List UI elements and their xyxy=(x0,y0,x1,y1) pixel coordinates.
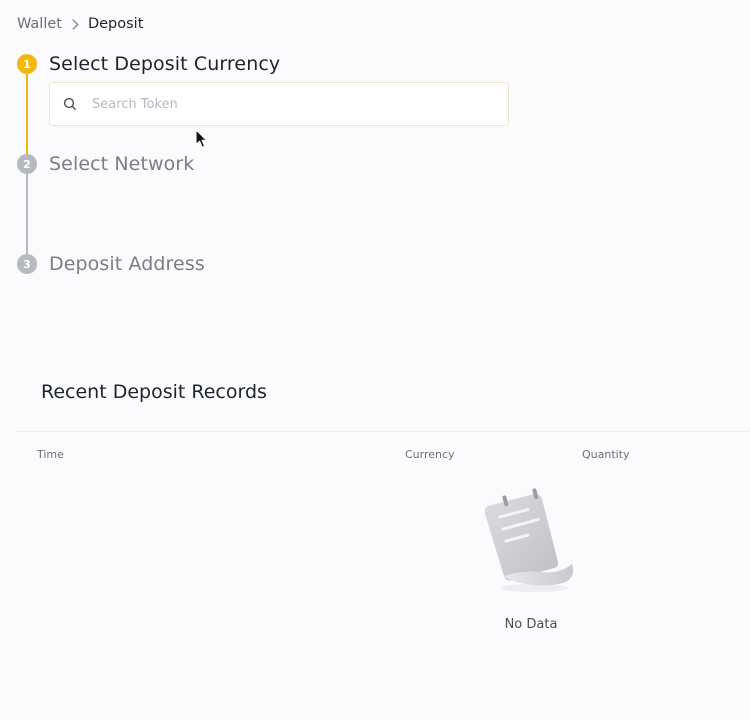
column-header-currency: Currency xyxy=(405,448,455,461)
step-connector-1 xyxy=(26,73,28,154)
deposit-page: Wallet Deposit 1 Select Deposit Currency… xyxy=(0,0,750,720)
records-divider xyxy=(17,431,750,432)
breadcrumb-current: Deposit xyxy=(87,16,144,32)
column-header-quantity: Quantity xyxy=(582,448,630,461)
mouse-pointer-icon xyxy=(195,129,208,153)
step-3-number: 3 xyxy=(23,257,31,271)
step-2-title: Select Network xyxy=(49,153,195,175)
step-2-indicator: 2 xyxy=(17,154,37,174)
records-title: Recent Deposit Records xyxy=(41,381,267,403)
step-1-number: 1 xyxy=(23,57,31,71)
chevron-right-icon xyxy=(72,18,79,30)
breadcrumb: Wallet Deposit xyxy=(17,16,143,32)
step-3-title: Deposit Address xyxy=(49,253,205,275)
step-1-title: Select Deposit Currency xyxy=(49,53,281,75)
column-header-time: Time xyxy=(37,448,64,461)
step-2-number: 2 xyxy=(23,157,31,171)
empty-state-text: No Data xyxy=(504,617,558,632)
step-3-indicator: 3 xyxy=(17,254,37,274)
step-connector-2 xyxy=(26,173,28,254)
search-token-input[interactable] xyxy=(92,83,492,125)
breadcrumb-wallet-link[interactable]: Wallet xyxy=(17,16,62,32)
step-1-indicator: 1 xyxy=(17,54,37,74)
empty-notepad-icon xyxy=(482,488,582,598)
search-icon xyxy=(63,97,77,111)
token-search-box[interactable] xyxy=(49,82,509,126)
